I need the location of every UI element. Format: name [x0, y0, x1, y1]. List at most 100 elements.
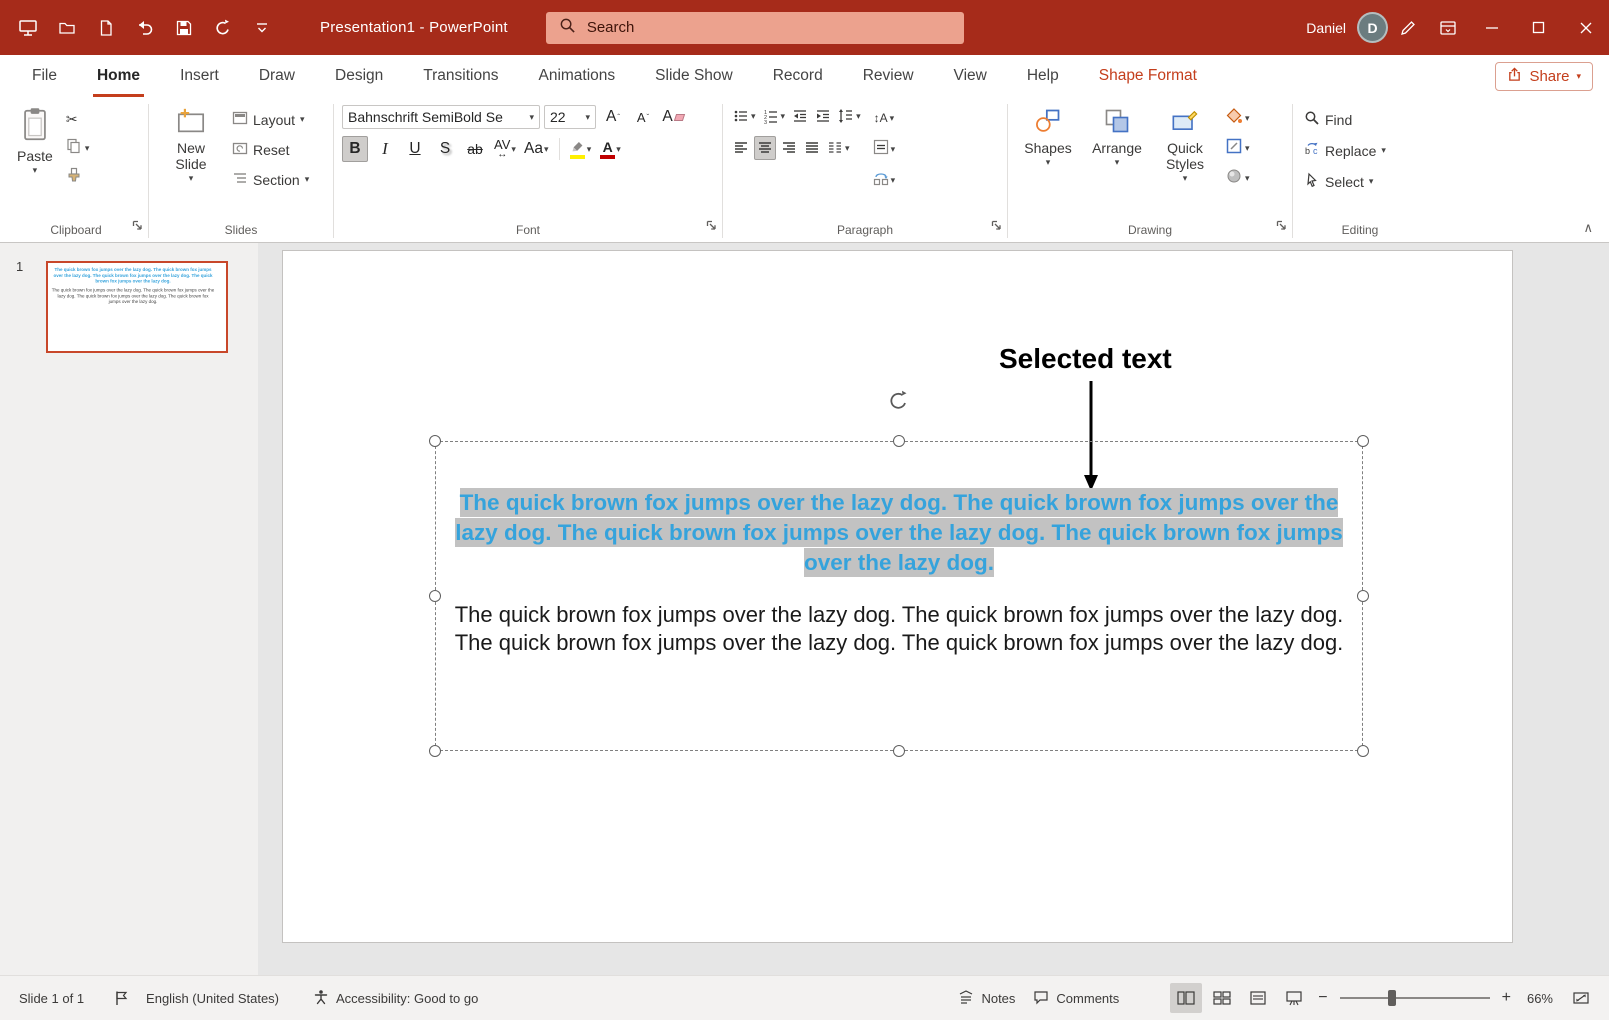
layout-button[interactable]: Layout ▾ [229, 107, 312, 132]
text-shadow-button[interactable]: S [432, 136, 458, 162]
strikethrough-button[interactable]: ab [462, 136, 488, 162]
shrink-font-button[interactable]: Aˇ [630, 104, 656, 130]
accessibility-button[interactable]: Accessibility: Good to go [304, 976, 487, 1020]
text-box[interactable]: The quick brown fox jumps over the lazy … [429, 390, 1369, 757]
increase-indent-button[interactable] [813, 104, 833, 128]
undo-button[interactable] [133, 16, 157, 40]
arrange-button[interactable]: Arrange ▾ [1083, 104, 1151, 190]
italic-button[interactable]: I [372, 136, 398, 162]
grow-font-button[interactable]: Aˆ [600, 104, 626, 130]
tab-record[interactable]: Record [753, 55, 843, 97]
tab-file[interactable]: File [12, 55, 77, 97]
drawing-dialog-launcher-icon[interactable] [1276, 218, 1287, 236]
ribbon-display-options-icon[interactable] [1428, 0, 1468, 55]
quick-styles-button[interactable]: Quick Styles ▾ [1154, 104, 1216, 190]
justify-button[interactable] [802, 136, 822, 160]
avatar[interactable]: D [1357, 12, 1388, 43]
save-button[interactable] [172, 16, 196, 40]
slide-show-view-button[interactable] [1278, 983, 1310, 1013]
select-button[interactable]: Select ▾ [1301, 169, 1419, 194]
cut-button[interactable]: ✂ [64, 107, 92, 131]
language-button[interactable]: English (United States) [137, 976, 288, 1020]
zoom-out-button[interactable]: − [1312, 989, 1333, 1007]
numbering-button[interactable]: 123 ▾ [761, 104, 788, 128]
resize-handle-bottom-left[interactable] [429, 745, 441, 757]
replace-button[interactable]: bc Replace ▾ [1301, 138, 1419, 163]
selected-text[interactable]: The quick brown fox jumps over the lazy … [455, 488, 1343, 577]
columns-button[interactable]: ▾ [825, 136, 852, 160]
text-highlight-color-button[interactable]: ▾ [568, 136, 594, 162]
change-case-button[interactable]: Aa ▾ [522, 136, 551, 162]
customize-quick-access-icon[interactable] [250, 16, 274, 40]
tab-design[interactable]: Design [315, 55, 403, 97]
section-button[interactable]: Section ▾ [229, 167, 312, 192]
resize-handle-bottom-middle[interactable] [893, 745, 905, 757]
resize-handle-top-middle[interactable] [893, 435, 905, 447]
redo-button[interactable] [211, 16, 235, 40]
shapes-button[interactable]: Shapes ▾ [1016, 104, 1080, 190]
font-family-combo[interactable]: Bahnschrift SemiBold Se ▾ [342, 105, 540, 129]
notes-button[interactable]: Notes [949, 976, 1024, 1020]
align-left-button[interactable] [731, 136, 751, 160]
tab-animations[interactable]: Animations [518, 55, 635, 97]
fit-slide-to-window-button[interactable] [1565, 983, 1597, 1013]
open-icon[interactable] [55, 16, 79, 40]
resize-handle-bottom-right[interactable] [1357, 745, 1369, 757]
font-dialog-launcher-icon[interactable] [706, 218, 717, 236]
zoom-slider[interactable] [1339, 990, 1490, 1006]
paste-button[interactable]: Paste ▾ [12, 104, 58, 189]
tab-home[interactable]: Home [77, 55, 160, 97]
minimize-button[interactable] [1468, 0, 1515, 55]
shape-fill-button[interactable]: ▾ [1223, 106, 1252, 130]
line-spacing-button[interactable]: ▾ [836, 104, 863, 128]
tab-review[interactable]: Review [843, 55, 934, 97]
text-direction-button[interactable]: ↕A ▾ [871, 106, 898, 130]
tab-insert[interactable]: Insert [160, 55, 239, 97]
decrease-indent-button[interactable] [790, 104, 810, 128]
copy-button[interactable]: ▾ [64, 136, 92, 160]
collapse-ribbon-icon[interactable]: ∧ [1583, 220, 1593, 236]
shape-effects-button[interactable]: ▾ [1223, 166, 1252, 190]
proofing-button[interactable] [105, 976, 137, 1020]
tab-view[interactable]: View [934, 55, 1007, 97]
clipboard-dialog-launcher-icon[interactable] [132, 218, 143, 236]
reset-button[interactable]: Reset [229, 137, 312, 162]
clear-formatting-button[interactable]: A [660, 104, 686, 130]
ink-pen-icon[interactable] [1388, 0, 1428, 55]
normal-view-button[interactable] [1170, 983, 1203, 1013]
slide-sorter-view-button[interactable] [1206, 983, 1238, 1013]
align-right-button[interactable] [779, 136, 799, 160]
comments-button[interactable]: Comments [1024, 976, 1128, 1020]
underline-button[interactable]: U [402, 136, 428, 162]
zoom-slider-thumb[interactable] [1388, 990, 1397, 1006]
paragraph-dialog-launcher-icon[interactable] [991, 218, 1002, 236]
format-painter-button[interactable] [64, 165, 92, 189]
resize-handle-middle-right[interactable] [1357, 590, 1369, 602]
bold-button[interactable]: B [342, 136, 368, 162]
font-color-button[interactable]: A ▾ [598, 136, 624, 162]
font-size-combo[interactable]: 22 ▾ [544, 105, 596, 129]
find-button[interactable]: Find [1301, 107, 1419, 132]
share-button[interactable]: Share ▾ [1495, 61, 1593, 91]
close-button[interactable] [1562, 0, 1609, 55]
zoom-level[interactable]: 66% [1517, 991, 1563, 1006]
slide-thumbnail[interactable]: The quick brown fox jumps over the lazy … [46, 261, 228, 353]
align-text-button[interactable]: ▾ [871, 137, 898, 161]
resize-handle-top-right[interactable] [1357, 435, 1369, 447]
rotate-handle-icon[interactable] [888, 390, 910, 417]
resize-handle-middle-left[interactable] [429, 590, 441, 602]
resize-handle-top-left[interactable] [429, 435, 441, 447]
tab-help[interactable]: Help [1007, 55, 1079, 97]
maximize-button[interactable] [1515, 0, 1562, 55]
align-center-button[interactable] [754, 136, 776, 160]
tab-shape-format[interactable]: Shape Format [1079, 55, 1217, 97]
shape-outline-button[interactable]: ▾ [1223, 136, 1252, 160]
new-slide-button[interactable]: New Slide ▾ [157, 104, 225, 192]
slide[interactable]: Selected text The quick brown fox jumps … [283, 251, 1512, 942]
zoom-in-button[interactable]: + [1496, 989, 1517, 1007]
character-spacing-button[interactable]: AV ↔ ▾ [492, 136, 518, 162]
bullets-button[interactable]: ▾ [731, 104, 758, 128]
tab-slide-show[interactable]: Slide Show [635, 55, 753, 97]
convert-to-smartart-button[interactable]: ▾ [871, 168, 898, 192]
highlighted-paragraph[interactable]: The quick brown fox jumps over the lazy … [448, 488, 1350, 578]
